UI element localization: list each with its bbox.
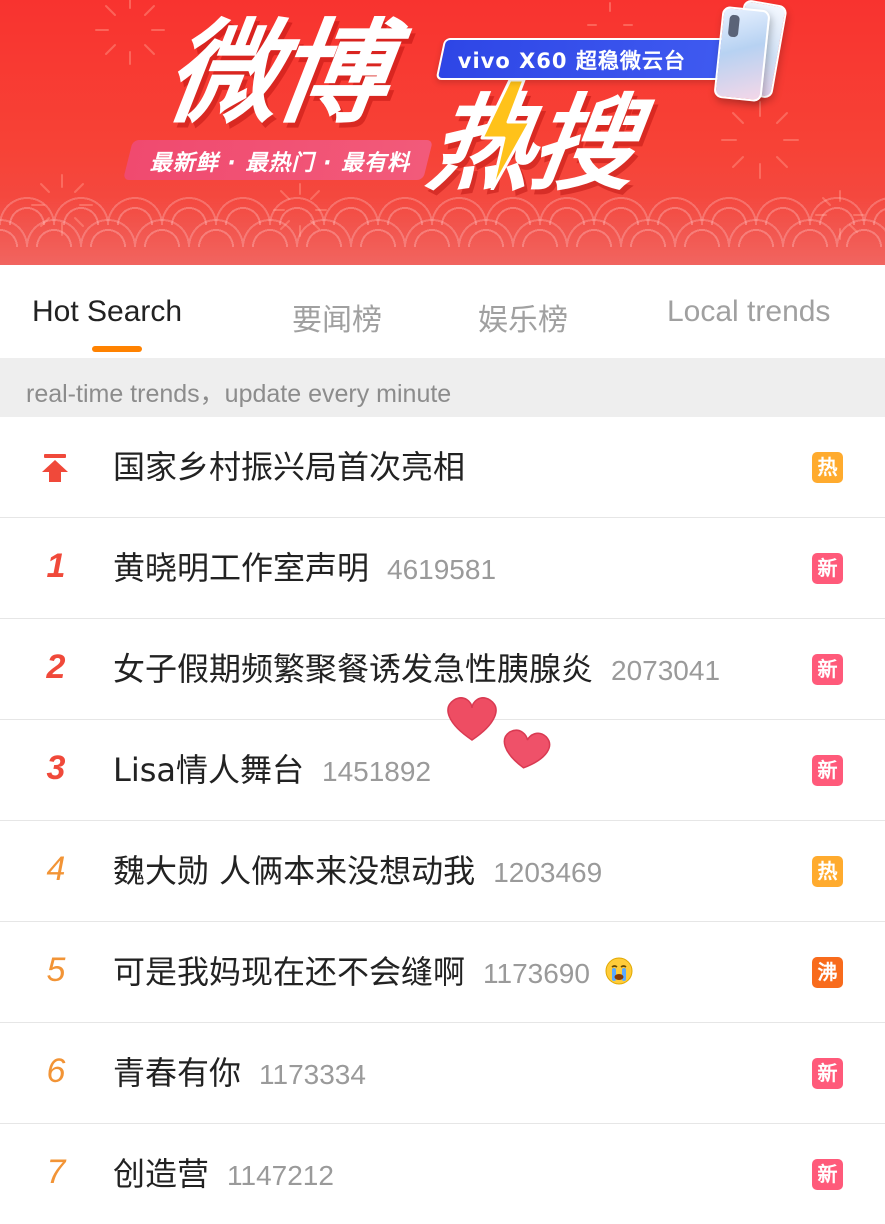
topic-title: 国家乡村振兴局首次亮相: [113, 448, 466, 486]
topic: 魏大勋 人俩本来没想动我 1203469: [113, 851, 602, 893]
update-notice-bar: real-time trends，update every minute: [0, 358, 885, 417]
search-count: 1203469: [493, 857, 603, 888]
pin-to-top-icon: [42, 454, 68, 482]
search-count: 2073041: [611, 655, 721, 686]
topic-title: 青春有你: [113, 1054, 242, 1092]
lightning-bolt-icon: [480, 80, 532, 190]
sponsor-tag[interactable]: vivo X60 超稳微云台: [435, 38, 731, 80]
topic: 青春有你 1173334: [113, 1053, 366, 1095]
wave-pattern-decoration: [0, 195, 885, 265]
list-item[interactable]: 6 青春有你 1173334 新: [0, 1023, 885, 1124]
rank-number: 4: [46, 850, 66, 888]
new-badge: 新: [812, 755, 843, 786]
search-count: 1451892: [322, 756, 432, 787]
topic-title: 魏大勋 人俩本来没想动我: [113, 852, 476, 890]
list-item[interactable]: 1 黄晓明工作室声明 4619581 新: [0, 518, 885, 619]
banner-title-weibo: 微博: [158, 9, 394, 139]
tab-local-trends[interactable]: Local trends: [667, 295, 830, 329]
sponsor-text: vivo X60 超稳微云台: [457, 49, 686, 73]
topic-title: 可是我妈现在还不会缝啊: [113, 953, 466, 991]
topic: 创造营 1147212: [113, 1154, 334, 1196]
search-count: 1147212: [227, 1160, 334, 1191]
rank-number: 3: [46, 749, 66, 787]
rank-number: 2: [46, 648, 66, 686]
search-count: 1173690: [483, 958, 590, 989]
crying-face-icon: [605, 957, 633, 985]
phone-image: [713, 5, 771, 103]
list-item[interactable]: 4 魏大勋 人俩本来没想动我 1203469 热: [0, 821, 885, 922]
hot-badge: 热: [812, 856, 843, 887]
update-notice-text: real-time trends，update every minute: [26, 380, 452, 408]
topic-title: Lisa情人舞台: [113, 751, 305, 789]
tab-hot-search[interactable]: Hot Search: [32, 295, 182, 329]
rank-number: 7: [46, 1153, 66, 1191]
banner-slogan-text: 最新鲜 · 最热门 · 最有料: [149, 151, 411, 176]
new-badge: 新: [812, 553, 843, 584]
rank-number: 1: [46, 547, 66, 585]
rank-number: 5: [46, 951, 66, 989]
active-tab-indicator: [92, 346, 142, 352]
topic-title: 黄晓明工作室声明: [113, 549, 370, 587]
topic: 国家乡村振兴局首次亮相: [113, 447, 465, 487]
tab-entertainment[interactable]: 娱乐榜: [478, 295, 568, 339]
topic: 可是我妈现在还不会缝啊 1173690: [113, 952, 634, 994]
banner-slogan: 最新鲜 · 最热门 · 最有料: [123, 140, 433, 180]
hot-badge: 热: [812, 452, 843, 483]
new-badge: 新: [812, 1159, 843, 1190]
search-count: 1173334: [259, 1059, 366, 1090]
list-item[interactable]: 5 可是我妈现在还不会缝啊 1173690 沸: [0, 922, 885, 1023]
new-badge: 新: [812, 654, 843, 685]
tab-news[interactable]: 要闻榜: [292, 295, 382, 339]
list-item[interactable]: 国家乡村振兴局首次亮相 热: [0, 417, 885, 518]
boiling-badge: 沸: [812, 957, 843, 988]
topic-title: 女子假期频繁聚餐诱发急性胰腺炎: [113, 650, 594, 688]
new-badge: 新: [812, 1058, 843, 1089]
topic-title: 创造营: [113, 1155, 210, 1193]
rank-number: 6: [46, 1052, 66, 1090]
search-count: 4619581: [387, 554, 497, 585]
topic: 黄晓明工作室声明 4619581: [113, 548, 496, 590]
hearts-sticker-icon: [447, 697, 551, 769]
tab-bar: Hot Search 要闻榜 娱乐榜 Local trends: [0, 265, 885, 358]
topic: 女子假期频繁聚餐诱发急性胰腺炎 2073041: [113, 649, 720, 691]
hot-search-banner[interactable]: 微博 热搜 最新鲜 · 最热门 · 最有料 vivo X60 超稳微云台: [0, 0, 885, 265]
hot-search-list: 国家乡村振兴局首次亮相 热 1 黄晓明工作室声明 4619581 新 2 女子假期…: [0, 417, 885, 1224]
list-item[interactable]: 7 创造营 1147212 新: [0, 1124, 885, 1224]
topic: Lisa情人舞台 1451892: [113, 750, 431, 792]
